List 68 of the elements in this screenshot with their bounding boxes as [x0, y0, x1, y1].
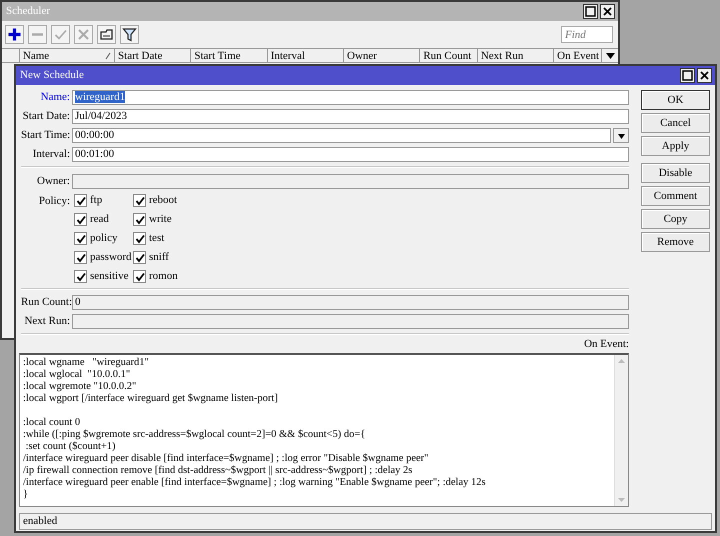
maximize-button[interactable] [680, 68, 695, 83]
dialog-button[interactable]: Apply [641, 136, 710, 156]
x-icon [76, 27, 91, 42]
field-label: Owner: [36, 174, 71, 190]
column-header[interactable]: Start Time [191, 49, 268, 62]
add-icon [7, 27, 22, 42]
filter-icon [122, 27, 137, 42]
dropdown-icon [616, 131, 626, 140]
checkbox[interactable] [133, 232, 146, 245]
checkbox[interactable] [74, 270, 87, 283]
dialog-button[interactable]: OK [641, 90, 710, 110]
window-title: Scheduler [6, 4, 51, 20]
checkbox[interactable] [133, 194, 146, 207]
dropdown-button[interactable] [613, 128, 629, 143]
window-title: New Schedule [20, 68, 85, 84]
field-label: Run Count: [21, 295, 72, 310]
add-button[interactable] [5, 25, 24, 44]
maximize-button[interactable] [583, 4, 598, 19]
filter-button[interactable] [120, 25, 139, 44]
column-header[interactable]: On Event [554, 49, 602, 62]
sort-icon [105, 52, 112, 60]
input-field[interactable]: 00:00:00 [72, 128, 611, 143]
field-label: Next Run: [23, 314, 71, 330]
column-header[interactable]: Run Count [420, 49, 478, 62]
input-field[interactable]: Jul/04/2023 [72, 109, 629, 124]
checkbox-label: read [90, 212, 109, 228]
check-icon [53, 27, 68, 42]
dialog-button[interactable]: Copy [641, 209, 710, 229]
checkbox[interactable] [74, 232, 87, 245]
checkbox-label: sniff [149, 250, 169, 266]
dialog-button[interactable]: Disable [641, 163, 710, 183]
column-header[interactable]: Start Date [115, 49, 192, 62]
field-label: Interval: [32, 147, 71, 162]
column-header[interactable]: Next Run [478, 49, 554, 62]
checkbox-label: ftp [90, 193, 102, 208]
field-label: Name: [40, 90, 71, 106]
checkbox[interactable] [74, 213, 87, 226]
input-field[interactable]: wireguard1 [72, 90, 629, 105]
readonly-field: 0 [72, 295, 629, 310]
checkbox[interactable] [133, 251, 146, 264]
column-header[interactable]: Interval [268, 49, 344, 62]
column-header[interactable]: Owner [344, 49, 420, 62]
checkbox-label: sensitive [90, 269, 128, 284]
note-icon [99, 27, 114, 42]
close-button[interactable] [600, 4, 615, 19]
checkbox-label: reboot [149, 193, 178, 208]
input-field[interactable]: 00:01:00 [72, 147, 629, 162]
checkbox[interactable] [74, 194, 87, 207]
field-label: Policy: [38, 194, 71, 209]
checkbox[interactable] [133, 270, 146, 283]
checkbox-label: password [90, 250, 132, 266]
close-button[interactable] [697, 68, 712, 83]
note-button[interactable] [97, 25, 116, 44]
checkbox-label: romon [149, 269, 178, 284]
checkbox[interactable] [133, 213, 146, 226]
status-bar: enabled [19, 513, 712, 530]
checkbox-label: test [149, 231, 164, 246]
field-label: Start Time: [21, 128, 72, 144]
field-label: On Event: [583, 337, 629, 351]
checkbox-label: policy [90, 231, 118, 246]
checkbox[interactable] [74, 251, 87, 264]
column-header[interactable]: Name [20, 49, 116, 62]
dialog-button[interactable]: Cancel [641, 113, 710, 133]
dialog-button[interactable]: Comment [641, 186, 710, 206]
dialog-button[interactable]: Remove [641, 232, 710, 252]
checkbox-label: write [149, 212, 172, 228]
search-field[interactable]: Find [561, 26, 613, 43]
field-label: Start Date: [22, 109, 71, 124]
